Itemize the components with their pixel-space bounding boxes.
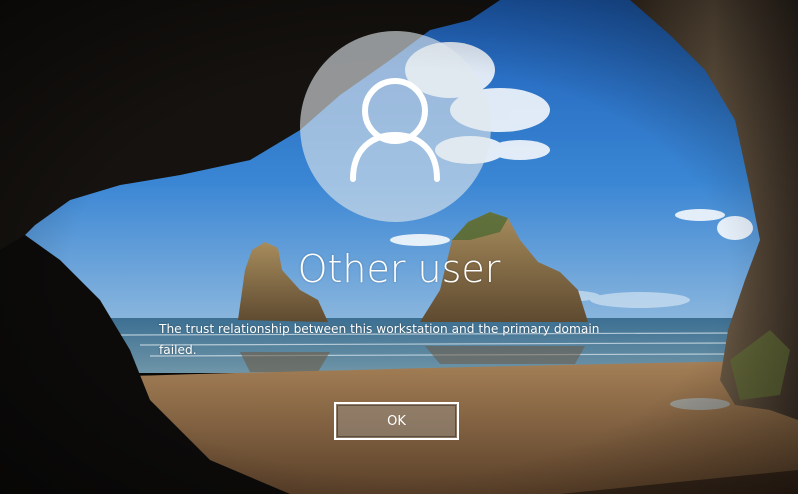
user-silhouette-icon xyxy=(350,78,440,182)
lock-screen: Other user The trust relationship betwee… xyxy=(0,0,798,494)
user-name: Other user xyxy=(297,247,501,291)
user-avatar xyxy=(300,31,491,222)
ok-button-label: OK xyxy=(387,413,406,429)
error-message: The trust relationship between this work… xyxy=(159,322,600,357)
ok-button[interactable]: OK xyxy=(334,402,459,440)
